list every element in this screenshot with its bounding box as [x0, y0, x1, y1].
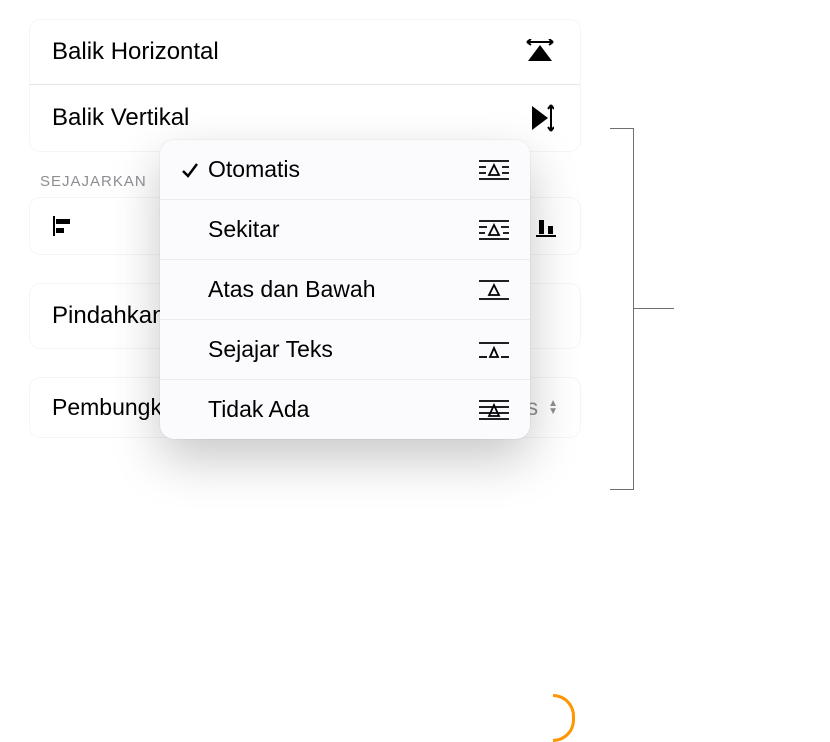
align-left-button[interactable] [50, 212, 78, 240]
wrap-option-sekitar[interactable]: Sekitar [160, 199, 530, 259]
wrap-option-label: Otomatis [208, 156, 476, 183]
wrap-top-bottom-icon [476, 279, 512, 301]
align-bottom-button[interactable] [532, 212, 560, 240]
wrap-option-label: Sekitar [208, 216, 476, 243]
wrap-option-label: Sejajar Teks [208, 336, 476, 363]
wrap-option-label: Tidak Ada [208, 396, 476, 423]
wrap-option-atas-dan-bawah[interactable]: Atas dan Bawah [160, 259, 530, 319]
flip-horizontal-row[interactable]: Balik Horizontal [30, 20, 580, 84]
text-wrap-popup: Otomatis Sekitar [160, 140, 530, 439]
wrap-around-icon [476, 219, 512, 241]
wrap-option-label: Atas dan Bawah [208, 276, 476, 303]
wrap-option-otomatis[interactable]: Otomatis [160, 140, 530, 199]
flip-vertical-icon [522, 103, 558, 133]
wrap-option-sejajar-teks[interactable]: Sejajar Teks [160, 319, 530, 379]
flip-vertical-label: Balik Vertikal [52, 104, 189, 132]
flip-horizontal-label: Balik Horizontal [52, 38, 219, 66]
checkmark-icon [172, 160, 208, 180]
wrap-none-icon [476, 399, 512, 421]
flip-section: Balik Horizontal Balik Vertikal [30, 20, 580, 151]
callout-bracket [610, 128, 634, 490]
wrap-inline-icon [476, 339, 512, 361]
dropdown-chevron-icon: ▲▼ [548, 400, 558, 416]
wrap-auto-icon [476, 159, 512, 181]
wrap-option-tidak-ada[interactable]: Tidak Ada [160, 379, 530, 439]
selection-handle [553, 694, 575, 742]
callout-bracket-arm [634, 308, 674, 309]
flip-horizontal-icon [522, 39, 558, 65]
move-label: Pindahkan [52, 302, 165, 329]
